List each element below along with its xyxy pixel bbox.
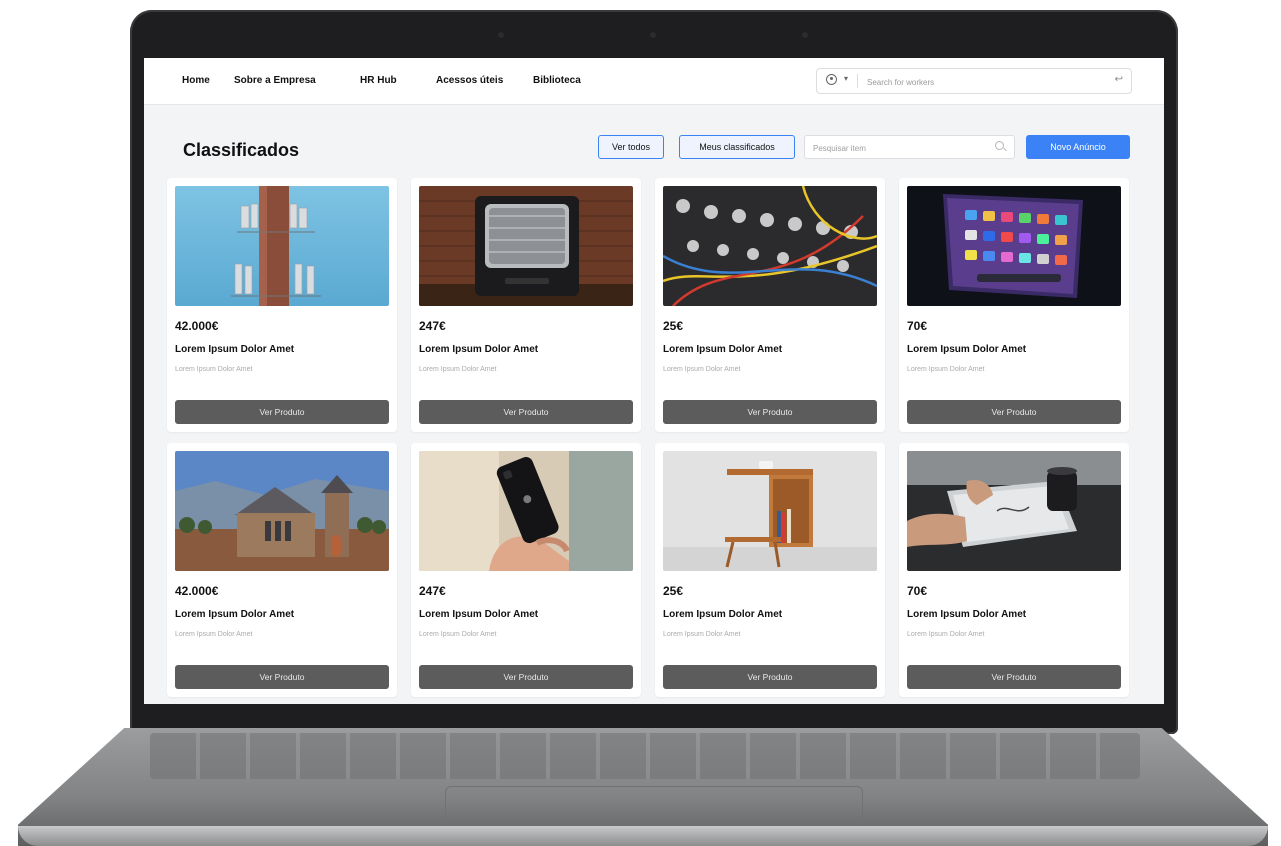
laptop-base-edge [18,826,1268,846]
nav-item-biblioteca[interactable]: Biblioteca [533,75,581,86]
search-icon[interactable] [995,141,1004,150]
monitor-apps-image[interactable] [907,186,1121,306]
card-price: 70€ [907,319,928,333]
page-title: Classificados [183,140,300,160]
item-search-input[interactable] [811,140,985,156]
top-nav: Home Sobre a Empresa HR Hub Acessos útei… [144,58,1164,105]
card-description: Lorem Ipsum Dolor Amet [907,631,985,638]
camera-dot [650,32,656,38]
card-title[interactable]: Lorem Ipsum Dolor Amet [175,609,294,620]
drawing-tablet-image[interactable] [907,451,1121,571]
nav-item-hr-hub[interactable]: HR Hub [360,75,397,86]
card-price: 247€ [419,319,446,333]
view-product-button[interactable]: Ver Produto [663,665,877,689]
card-title[interactable]: Lorem Ipsum Dolor Amet [419,609,538,620]
nav-item-sobre-a-empresa[interactable]: Sobre a Empresa [234,75,316,86]
view-product-button[interactable]: Ver Produto [175,665,389,689]
classified-card: 70€ Lorem Ipsum Dolor Amet Lorem Ipsum D… [899,178,1129,432]
worker-search: ▾ ↩ [816,68,1132,94]
view-product-button[interactable]: Ver Produto [907,400,1121,424]
view-product-button[interactable]: Ver Produto [419,665,633,689]
card-title[interactable]: Lorem Ipsum Dolor Amet [663,344,782,355]
wooden-side-table-image[interactable] [663,451,877,571]
smartphone-hand-image[interactable] [419,451,633,571]
card-price: 25€ [663,584,684,598]
view-product-button[interactable]: Ver Produto [663,400,877,424]
classified-card: 42.000€ Lorem Ipsum Dolor Amet Lorem Ips… [167,178,397,432]
divider [857,74,858,88]
my-ads-button[interactable]: Meus classificados [679,135,795,159]
screen: Home Sobre a Empresa HR Hub Acessos útei… [144,58,1164,704]
stone-church-image[interactable] [175,451,389,571]
card-description: Lorem Ipsum Dolor Amet [663,366,741,373]
classified-card: 25€ Lorem Ipsum Dolor Amet Lorem Ipsum D… [655,178,885,432]
classified-card: 70€ Lorem Ipsum Dolor Amet Lorem Ipsum D… [899,443,1129,697]
chevron-down-icon[interactable]: ▾ [844,74,848,83]
view-all-button[interactable]: Ver todos [598,135,664,159]
card-description: Lorem Ipsum Dolor Amet [175,631,253,638]
cell-tower-image[interactable] [175,186,389,306]
card-title[interactable]: Lorem Ipsum Dolor Amet [419,344,538,355]
retro-tv-image[interactable] [419,186,633,306]
card-price: 25€ [663,319,684,333]
nav-item-home[interactable]: Home [182,75,210,86]
card-description: Lorem Ipsum Dolor Amet [907,366,985,373]
card-price: 42.000€ [175,584,219,598]
camera-dot [498,32,504,38]
laptop-keyboard [150,733,1140,779]
classified-card: 247€ Lorem Ipsum Dolor Amet Lorem Ipsum … [411,178,641,432]
card-title[interactable]: Lorem Ipsum Dolor Amet [907,344,1026,355]
new-ad-button[interactable]: Novo Anúncio [1026,135,1130,159]
view-product-button[interactable]: Ver Produto [907,665,1121,689]
modular-synth-image[interactable] [663,186,877,306]
classified-card: 247€ Lorem Ipsum Dolor Amet Lorem Ipsum … [411,443,641,697]
card-description: Lorem Ipsum Dolor Amet [175,366,253,373]
camera-dot [802,32,808,38]
card-price: 42.000€ [175,319,219,333]
user-circle-icon[interactable] [826,74,837,85]
card-description: Lorem Ipsum Dolor Amet [419,366,497,373]
classified-card: 42.000€ Lorem Ipsum Dolor Amet Lorem Ips… [167,443,397,697]
card-description: Lorem Ipsum Dolor Amet [663,631,741,638]
classified-card: 25€ Lorem Ipsum Dolor Amet Lorem Ipsum D… [655,443,885,697]
card-title[interactable]: Lorem Ipsum Dolor Amet [663,609,782,620]
card-title[interactable]: Lorem Ipsum Dolor Amet [907,609,1026,620]
worker-search-input[interactable] [865,73,1099,91]
view-product-button[interactable]: Ver Produto [419,400,633,424]
enter-icon[interactable]: ↩ [1115,74,1123,85]
card-price: 70€ [907,584,928,598]
view-product-button[interactable]: Ver Produto [175,400,389,424]
nav-item-acessos-uteis[interactable]: Acessos úteis [436,75,503,86]
card-title[interactable]: Lorem Ipsum Dolor Amet [175,344,294,355]
card-description: Lorem Ipsum Dolor Amet [419,631,497,638]
item-search [804,135,1015,159]
card-price: 247€ [419,584,446,598]
